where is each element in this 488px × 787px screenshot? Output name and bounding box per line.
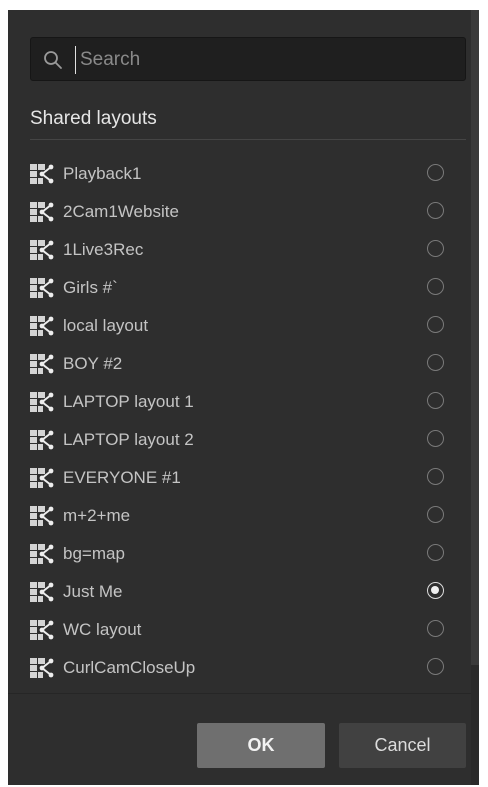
section-divider [30, 139, 466, 140]
cancel-button[interactable]: Cancel [339, 723, 466, 768]
layout-label: BOY #2 [63, 354, 123, 373]
layout-row[interactable]: Just Me [30, 573, 466, 611]
shared-layout-icon [30, 201, 54, 223]
layout-label: LAPTOP layout 1 [63, 392, 194, 411]
layout-label: 1Live3Rec [63, 240, 144, 259]
layout-radio[interactable] [427, 278, 444, 295]
layout-row[interactable]: 2Cam1Website [30, 193, 466, 231]
scrollbar[interactable] [471, 10, 479, 785]
layout-label: Girls #` [63, 278, 118, 297]
shared-layout-icon [30, 353, 54, 375]
layout-row[interactable]: EVERYONE #1 [30, 459, 466, 497]
footer-divider [8, 693, 471, 694]
ok-button[interactable]: OK [197, 723, 325, 768]
layout-radio[interactable] [427, 202, 444, 219]
layout-row[interactable]: m+2+me [30, 497, 466, 535]
layout-row[interactable]: BOY #2 [30, 345, 466, 383]
layout-label: local layout [63, 316, 149, 335]
layout-radio[interactable] [427, 240, 444, 257]
layout-row[interactable]: local layout [30, 307, 466, 345]
layout-row[interactable]: Playback1 [30, 155, 466, 193]
shared-layout-icon [30, 163, 54, 185]
shared-layout-icon [30, 467, 54, 489]
shared-layout-icon [30, 657, 54, 679]
layout-row[interactable]: CurlCamCloseUp [30, 649, 466, 687]
layout-radio[interactable] [427, 620, 444, 637]
layout-row[interactable]: Girls #` [30, 269, 466, 307]
shared-layout-icon [30, 391, 54, 413]
layout-radio[interactable] [427, 316, 444, 333]
layout-label: Just Me [63, 582, 123, 601]
layout-row[interactable]: bg=map [30, 535, 466, 573]
shared-layout-icon [30, 239, 54, 261]
shared-layout-icon [30, 505, 54, 527]
shared-layout-icon [30, 315, 54, 337]
shared-layout-icon [30, 619, 54, 641]
shared-layout-icon [30, 277, 54, 299]
layout-label: EVERYONE #1 [63, 468, 181, 487]
layout-radio[interactable] [427, 506, 444, 523]
layout-label: Playback1 [63, 164, 142, 183]
layout-list: Playback1 2Cam1Website 1Live3Rec Girls #` lo… [30, 155, 466, 687]
shared-layout-icon [30, 429, 54, 451]
layout-label: WC layout [63, 620, 142, 639]
layout-label: LAPTOP layout 2 [63, 430, 194, 449]
layout-radio[interactable] [427, 468, 444, 485]
layout-label: 2Cam1Website [63, 202, 179, 221]
layout-radio[interactable] [427, 582, 444, 599]
layout-radio[interactable] [427, 392, 444, 409]
search-icon [44, 51, 62, 69]
layout-row[interactable]: WC layout [30, 611, 466, 649]
layout-row[interactable]: 1Live3Rec [30, 231, 466, 269]
layout-radio[interactable] [427, 544, 444, 561]
layout-label: m+2+me [63, 506, 131, 525]
shared-layout-icon [30, 543, 54, 565]
layout-label: CurlCamCloseUp [63, 658, 196, 677]
layout-row[interactable]: LAPTOP layout 2 [30, 421, 466, 459]
section-title: Shared layouts [30, 108, 157, 129]
select-layout-dialog: Shared layouts Playback1 2Cam1Website 1Liv… [8, 10, 479, 785]
layout-row[interactable]: LAPTOP layout 1 [30, 383, 466, 421]
layout-label: bg=map [63, 544, 125, 563]
shared-layout-icon [30, 581, 54, 603]
layout-radio[interactable] [427, 164, 444, 181]
search-box [30, 37, 466, 81]
layout-radio[interactable] [427, 354, 444, 371]
layout-radio[interactable] [427, 430, 444, 447]
layout-radio[interactable] [427, 658, 444, 675]
scrollbar-thumb[interactable] [471, 10, 479, 665]
search-input[interactable] [75, 46, 460, 74]
